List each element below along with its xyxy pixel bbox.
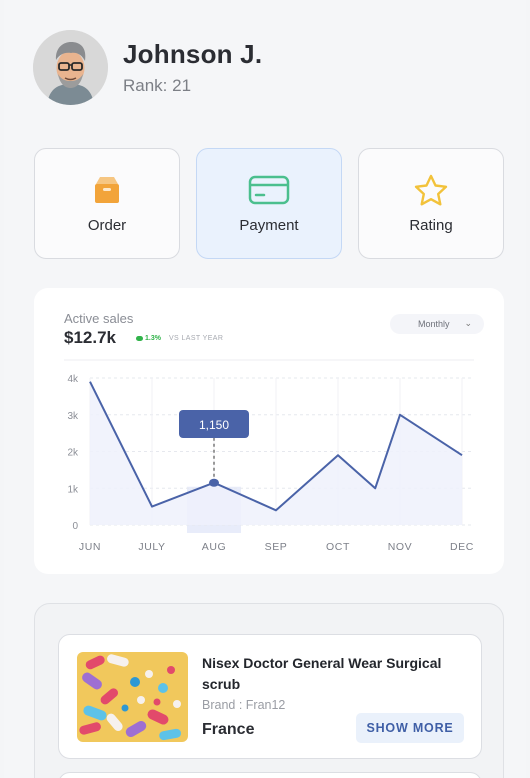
profile-rank: Rank: 21	[123, 76, 192, 95]
product-brand: Brand : Fran12	[202, 698, 286, 712]
x-tick-label: NOV	[388, 541, 413, 553]
y-tick-label: 4k	[67, 374, 79, 385]
product-country: France	[202, 721, 255, 738]
x-tick-label: SEP	[265, 541, 288, 553]
x-tick-label: JUN	[79, 541, 101, 553]
profile-header: Johnson J. Rank: 21	[33, 30, 262, 105]
y-tick-label: 1k	[67, 484, 79, 495]
x-tick-label: OCT	[326, 541, 350, 553]
product-image	[77, 652, 188, 742]
x-tick-label: DEC	[450, 541, 474, 553]
avatar-image	[33, 30, 108, 105]
avatar[interactable]	[33, 30, 108, 105]
highlight-point	[209, 478, 219, 487]
y-tick-label: 3k	[67, 411, 79, 422]
order-label: Order	[87, 217, 127, 234]
show-more-button[interactable]: SHOW MORE	[356, 713, 464, 743]
rating-label: Rating	[409, 217, 453, 234]
payment-card[interactable]: Payment	[196, 148, 342, 259]
active-sales-card: Active sales $12.7k 1.3% VS LAST YEAR Mo…	[34, 288, 504, 574]
product-card[interactable]: Nisex Doctor General Wear Surgical scrub…	[58, 634, 482, 759]
profile-name: Johnson J.	[123, 39, 263, 69]
y-tick-label: 0	[72, 521, 78, 532]
product-list: Nisex Doctor General Wear Surgical scrub…	[34, 603, 504, 778]
x-tick-label: AUG	[202, 541, 227, 553]
tooltip-value: 1,150	[199, 418, 229, 432]
box-icon	[95, 177, 119, 203]
star-icon	[414, 174, 448, 206]
y-tick-label: 2k	[67, 448, 79, 459]
card-icon	[248, 175, 290, 205]
payment-label: Payment	[239, 217, 299, 234]
x-tick-label: JULY	[138, 541, 165, 553]
product-card-next[interactable]	[58, 772, 482, 778]
order-card[interactable]: Order	[34, 148, 180, 259]
product-title: Nisex Doctor General Wear Surgical scrub	[202, 655, 442, 692]
sales-chart: 0 1k 2k 3k 4k JUN JULY AUG SEP OCT NOV DEC 1,150	[64, 359, 474, 553]
rating-card[interactable]: Rating	[358, 148, 504, 259]
